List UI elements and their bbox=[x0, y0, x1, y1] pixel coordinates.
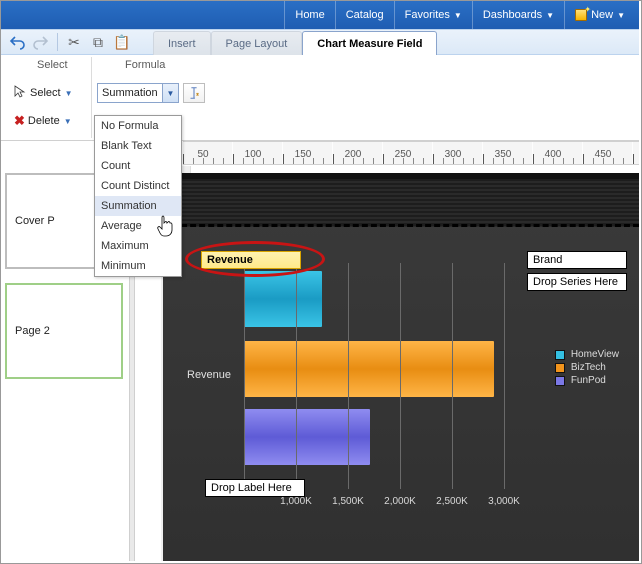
legend-item: BizTech bbox=[555, 362, 619, 373]
bar-homeview[interactable] bbox=[244, 271, 322, 327]
bar-funpod[interactable] bbox=[244, 409, 370, 465]
drop-zone-series[interactable]: Drop Series Here bbox=[527, 273, 627, 291]
legend-swatch-icon bbox=[555, 363, 565, 373]
formula-dropdown[interactable]: No Formula Blank Text Count Count Distin… bbox=[94, 115, 182, 277]
chart-legend: HomeView BizTech FunPod bbox=[555, 349, 619, 388]
drop-zone-measure[interactable]: Revenue bbox=[201, 251, 301, 269]
formula-opt-no-formula[interactable]: No Formula bbox=[95, 116, 181, 136]
formula-opt-minimum[interactable]: Minimum bbox=[95, 256, 181, 276]
ruler-labels: 50 100 150 200 250 300 350 400 450 bbox=[183, 149, 639, 163]
formula-opt-count[interactable]: Count bbox=[95, 156, 181, 176]
legend-item: FunPod bbox=[555, 375, 619, 386]
formula-opt-blank-text[interactable]: Blank Text bbox=[95, 136, 181, 156]
drop-zone-brand[interactable]: Brand bbox=[527, 251, 627, 269]
drop-zone-label[interactable]: Drop Label Here bbox=[205, 479, 305, 497]
legend-item: HomeView bbox=[555, 349, 619, 360]
formula-opt-count-distinct[interactable]: Count Distinct bbox=[95, 176, 181, 196]
formula-opt-average[interactable]: Average bbox=[95, 216, 181, 236]
legend-swatch-icon bbox=[555, 350, 565, 360]
bar-biztech[interactable] bbox=[244, 341, 494, 397]
legend-swatch-icon bbox=[555, 376, 565, 386]
formula-opt-maximum[interactable]: Maximum bbox=[95, 236, 181, 256]
formula-opt-summation[interactable]: Summation bbox=[95, 196, 181, 216]
